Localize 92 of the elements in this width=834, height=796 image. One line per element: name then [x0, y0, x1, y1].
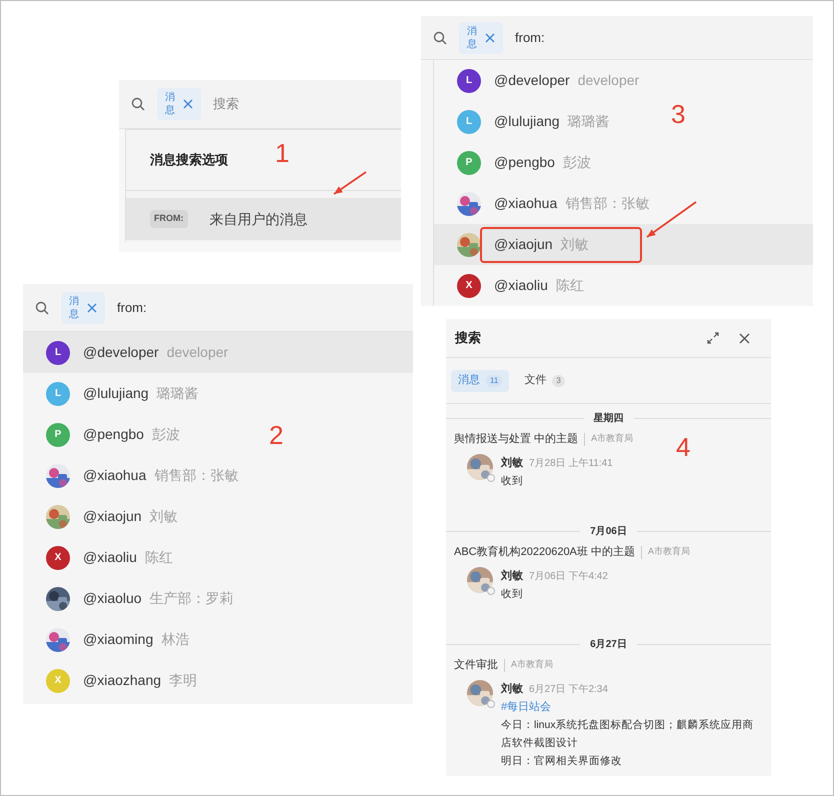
user-option[interactable]: @xiaojun 刘敏 — [434, 224, 813, 265]
message-text: 收到 — [501, 474, 524, 489]
user-name: 璐璐酱 — [156, 384, 199, 403]
panel-title: 搜索 — [455, 329, 481, 348]
option-label: 来自用户的消息 — [210, 210, 308, 228]
chip-label: 消息 — [69, 294, 79, 320]
status-icon — [487, 474, 495, 482]
user-handle: @pengbo — [83, 425, 144, 444]
avatar: X — [46, 668, 70, 692]
annotation-number: 2 — [269, 422, 284, 448]
user-handle: @xiaozhang — [83, 671, 162, 690]
annotation-number: 4 — [676, 434, 690, 460]
menu-title: 消息搜索选项 — [150, 151, 228, 170]
user-handle: @pengbo — [494, 153, 555, 172]
message-time: 7月28日 上午11:41 — [529, 456, 613, 470]
message-text: 明日：官网相关界面修改 — [501, 754, 623, 769]
user-name: 彭波 — [562, 153, 591, 172]
message-text: 今日：linux系统托盘图标配合切图；麒麟系统应用商店软件截图设计 — [501, 718, 755, 751]
user-handle: @xiaohua — [83, 466, 146, 485]
tab-label: 消息 — [458, 373, 480, 388]
user-handle: @xiaojun — [494, 235, 553, 254]
user-name: developer — [578, 71, 640, 90]
user-handle: @xiaoming — [83, 630, 154, 649]
close-icon[interactable] — [87, 302, 97, 312]
filter-tag: FROM: — [150, 210, 188, 228]
menu-option[interactable]: FROM: 来自用户的消息 — [126, 198, 401, 240]
user-name: 彭波 — [152, 425, 180, 444]
tab[interactable]: 文件 3 — [517, 370, 572, 392]
thread-title: 文件审批 — [454, 658, 498, 673]
avatar: L — [46, 340, 70, 364]
user-handle: @lulujiang — [83, 384, 149, 403]
count-badge: 3 — [552, 374, 565, 386]
organization-label: A市教育局 — [591, 432, 634, 446]
thread-title: 舆情报送与处置 中的主题 — [454, 432, 578, 447]
user-name: 林浩 — [161, 630, 190, 649]
user-name: 销售部：张敏 — [565, 194, 650, 213]
user-name: 销售部：张敏 — [154, 466, 238, 485]
close-icon[interactable] — [183, 99, 193, 109]
expand-icon[interactable] — [707, 332, 719, 344]
chip-label: 消息 — [165, 91, 175, 117]
user-handle: @developer — [494, 71, 570, 90]
user-name: 璐璐酱 — [568, 112, 610, 131]
user-name: 李明 — [169, 671, 198, 690]
avatar: L — [457, 110, 481, 134]
annotation-number: 3 — [671, 101, 686, 127]
search-input[interactable]: from: — [117, 298, 245, 318]
chip-label: 消息 — [467, 24, 477, 50]
close-icon[interactable] — [739, 332, 750, 344]
status-icon — [487, 587, 495, 595]
message-time: 7月06日 下午4:42 — [529, 570, 608, 584]
user-name: 陈红 — [144, 548, 173, 567]
avatar: P — [46, 422, 70, 446]
search-input[interactable]: from: — [515, 28, 643, 48]
status-icon — [487, 700, 495, 708]
user-name: 生产部：罗莉 — [150, 589, 234, 608]
author-name: 刘敏 — [501, 456, 523, 471]
organization-label: A市教育局 — [511, 658, 554, 672]
user-handle: @xiaoliu — [494, 276, 548, 295]
search-icon — [35, 300, 49, 314]
date-separator: 星期四 — [592, 412, 624, 426]
user-option[interactable]: L @developer developer — [23, 332, 413, 373]
user-handle: @developer — [83, 343, 159, 362]
organization-label: A市教育局 — [648, 545, 690, 558]
user-handle: @xiaohua — [494, 194, 558, 213]
avatar: L — [46, 382, 70, 406]
avatar: L — [457, 68, 481, 92]
user-name: developer — [166, 343, 228, 362]
user-name: 刘敏 — [150, 507, 178, 526]
count-badge: 11 — [486, 374, 502, 386]
user-name: 陈红 — [556, 276, 584, 295]
search-icon — [433, 30, 447, 44]
user-handle: @xiaoliu — [83, 548, 137, 567]
search-icon — [131, 97, 145, 111]
avatar: X — [457, 274, 481, 298]
user-handle: @xiaoluo — [83, 589, 142, 608]
arrow — [334, 171, 366, 195]
author-name: 刘敏 — [501, 682, 523, 697]
message-time: 6月27日 下午2:34 — [529, 682, 608, 696]
tab-label: 文件 — [524, 372, 546, 388]
thread-title: ABC教育机构20220620A班 中的主题 — [454, 544, 635, 560]
search-input[interactable]: 搜索 — [213, 94, 341, 114]
user-handle: @lulujiang — [494, 112, 560, 131]
message-text: 收到 — [501, 587, 524, 602]
user-handle: @xiaojun — [83, 507, 142, 526]
close-icon[interactable] — [485, 32, 495, 42]
annotation-number: 1 — [275, 140, 290, 166]
date-separator: 7月06日 — [589, 524, 628, 538]
date-separator: 6月27日 — [589, 638, 628, 652]
author-name: 刘敏 — [501, 568, 523, 584]
avatar: X — [46, 546, 70, 570]
avatar: P — [457, 150, 481, 174]
user-name: 刘敏 — [560, 235, 589, 254]
